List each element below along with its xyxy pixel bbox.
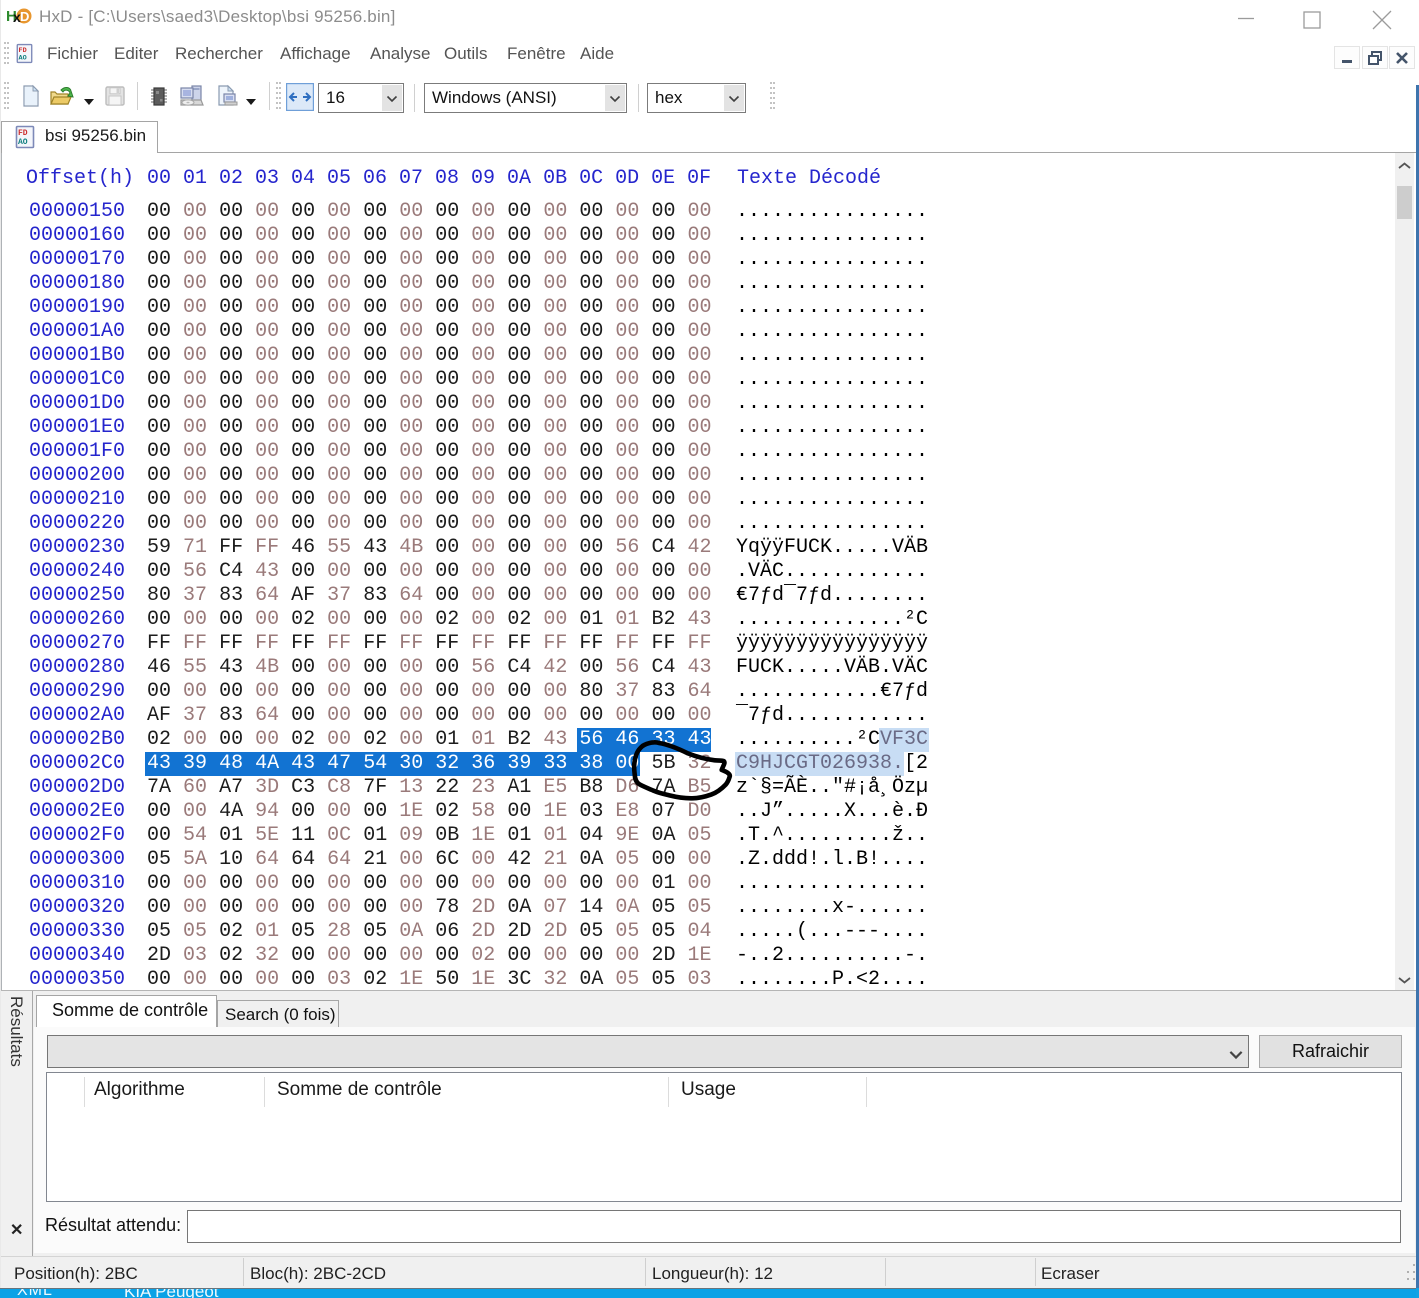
svg-text:AO: AO [18, 138, 28, 147]
svg-text:FD: FD [18, 129, 28, 138]
svg-text:D: D [20, 9, 29, 24]
svg-text:x: x [13, 9, 21, 25]
